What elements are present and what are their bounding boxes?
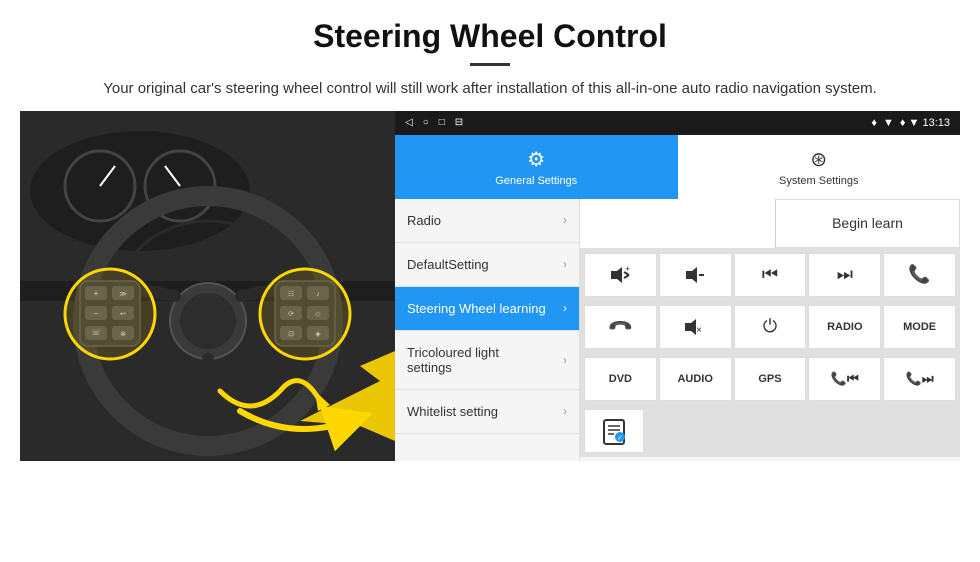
menu-item-tricoloured-label: Tricoloured lightsettings [407,345,499,375]
android-panel: ◁ ○ □ ⊟ ♦ ▼ ♦ ▼ 13:13 ⚙ General Settings… [395,111,960,461]
gps-label: GPS [758,373,781,385]
image-panel: + ≫ − ↩ ☏ ⊗ ☷ ♪ ⟳ ◇ ⊡ ◈ [20,111,395,461]
signal-icon: ▼ [883,117,894,129]
menu-item-steering-label: Steering Wheel learning [407,301,546,316]
svg-text:✓: ✓ [617,435,623,442]
control-panel: Begin learn + [580,199,960,461]
clock: ♦ ▼ 13:13 [900,117,950,129]
bt-prev-button[interactable]: 📞⏮ [808,357,881,401]
phone-icon: 📞 [908,264,930,285]
chevron-icon: › [563,404,567,418]
chevron-icon: › [563,301,567,315]
gps-button[interactable]: GPS [734,357,807,401]
vol-up-button[interactable]: + [584,253,657,297]
back-icon: ◁ [405,117,413,128]
begin-learn-button[interactable]: Begin learn [775,199,960,248]
menu-item-whitelist[interactable]: Whitelist setting › [395,390,579,434]
menu-icon: ⊟ [455,117,463,128]
mode-button[interactable]: MODE [883,305,956,349]
menu-item-default-label: DefaultSetting [407,257,489,272]
status-bar: ◁ ○ □ ⊟ ♦ ▼ ♦ ▼ 13:13 [395,111,960,135]
bt-next-icon: 📞⏭ [906,371,934,387]
chevron-icon: › [563,353,567,367]
menu-item-default[interactable]: DefaultSetting › [395,243,579,287]
power-button[interactable]: ⏻ [734,305,807,349]
tab-general[interactable]: ⚙ General Settings [395,135,678,199]
radio-label: RADIO [827,321,862,333]
menu-item-radio[interactable]: Radio › [395,199,579,243]
menu-list: Radio › DefaultSetting › Steering Wheel … [395,199,580,461]
page-subtitle: Your original car's steering wheel contr… [60,78,920,101]
next-icon: ⏭ [837,264,853,285]
menu-item-steering[interactable]: Steering Wheel learning › [395,287,579,331]
title-divider [470,63,510,66]
gear-icon: ⚙ [527,147,545,172]
begin-learn-empty [580,199,775,248]
radio-button[interactable]: RADIO [808,305,881,349]
chevron-icon: › [563,257,567,271]
button-grid-row2: 📞 × ⏻ RADIO [580,301,960,353]
tab-system-label: System Settings [779,175,858,187]
whitelist-icon-button[interactable]: ✓ [584,409,644,453]
begin-learn-row: Begin learn [580,199,960,249]
page-header: Steering Wheel Control Your original car… [0,0,980,111]
svg-text:×: × [696,325,702,336]
dvd-label: DVD [609,373,632,385]
audio-label: AUDIO [677,373,712,385]
bt-next-button[interactable]: 📞⏭ [883,357,956,401]
system-icon: ⊛ [810,147,827,172]
svg-text:+: + [625,264,630,274]
menu-item-tricoloured[interactable]: Tricoloured lightsettings › [395,331,579,390]
prev-track-button[interactable]: ⏮ [734,253,807,297]
tab-system[interactable]: ⊛ System Settings [678,135,961,199]
location-icon: ♦ [871,117,877,129]
bt-prev-icon: 📞⏮ [831,371,859,387]
chevron-icon: › [563,213,567,227]
mute-button[interactable]: × [659,305,732,349]
button-grid-row1: + − ⏮ [580,249,960,301]
next-track-button[interactable]: ⏭ [808,253,881,297]
power-icon: ⏻ [763,316,777,337]
hangup-button[interactable]: 📞 [584,305,657,349]
mute-icon: × [683,316,707,338]
page-title: Steering Wheel Control [60,18,920,55]
car-interior-svg: + ≫ − ↩ ☏ ⊗ ☷ ♪ ⟳ ◇ ⊡ ◈ [20,111,395,461]
status-right: ♦ ▼ ♦ ▼ 13:13 [871,117,950,129]
whitelist-row: ✓ [580,405,960,457]
main-content: + ≫ − ↩ ☏ ⊗ ☷ ♪ ⟳ ◇ ⊡ ◈ [20,111,960,461]
steering-wheel-bg: + ≫ − ↩ ☏ ⊗ ☷ ♪ ⟳ ◇ ⊡ ◈ [20,111,395,461]
dvd-button[interactable]: DVD [584,357,657,401]
settings-content: Radio › DefaultSetting › Steering Wheel … [395,199,960,461]
whitelist-icon: ✓ [600,417,628,445]
home-icon: ○ [423,117,429,128]
recent-icon: □ [439,117,445,128]
status-left: ◁ ○ □ ⊟ [405,117,463,128]
prev-icon: ⏮ [762,264,778,285]
settings-tabs: ⚙ General Settings ⊛ System Settings [395,135,960,199]
vol-down-button[interactable]: − [659,253,732,297]
hangup-icon: 📞 [606,312,634,340]
mode-label: MODE [903,321,936,333]
tab-general-label: General Settings [495,175,577,187]
phone-button[interactable]: 📞 [883,253,956,297]
source-row: DVD AUDIO GPS 📞⏮ 📞⏭ [580,353,960,405]
vol-down-icon: − [684,264,706,286]
svg-text:−: − [699,270,704,280]
vol-up-icon: + [609,264,631,286]
audio-button[interactable]: AUDIO [659,357,732,401]
menu-item-whitelist-label: Whitelist setting [407,404,498,419]
menu-item-radio-label: Radio [407,213,441,228]
